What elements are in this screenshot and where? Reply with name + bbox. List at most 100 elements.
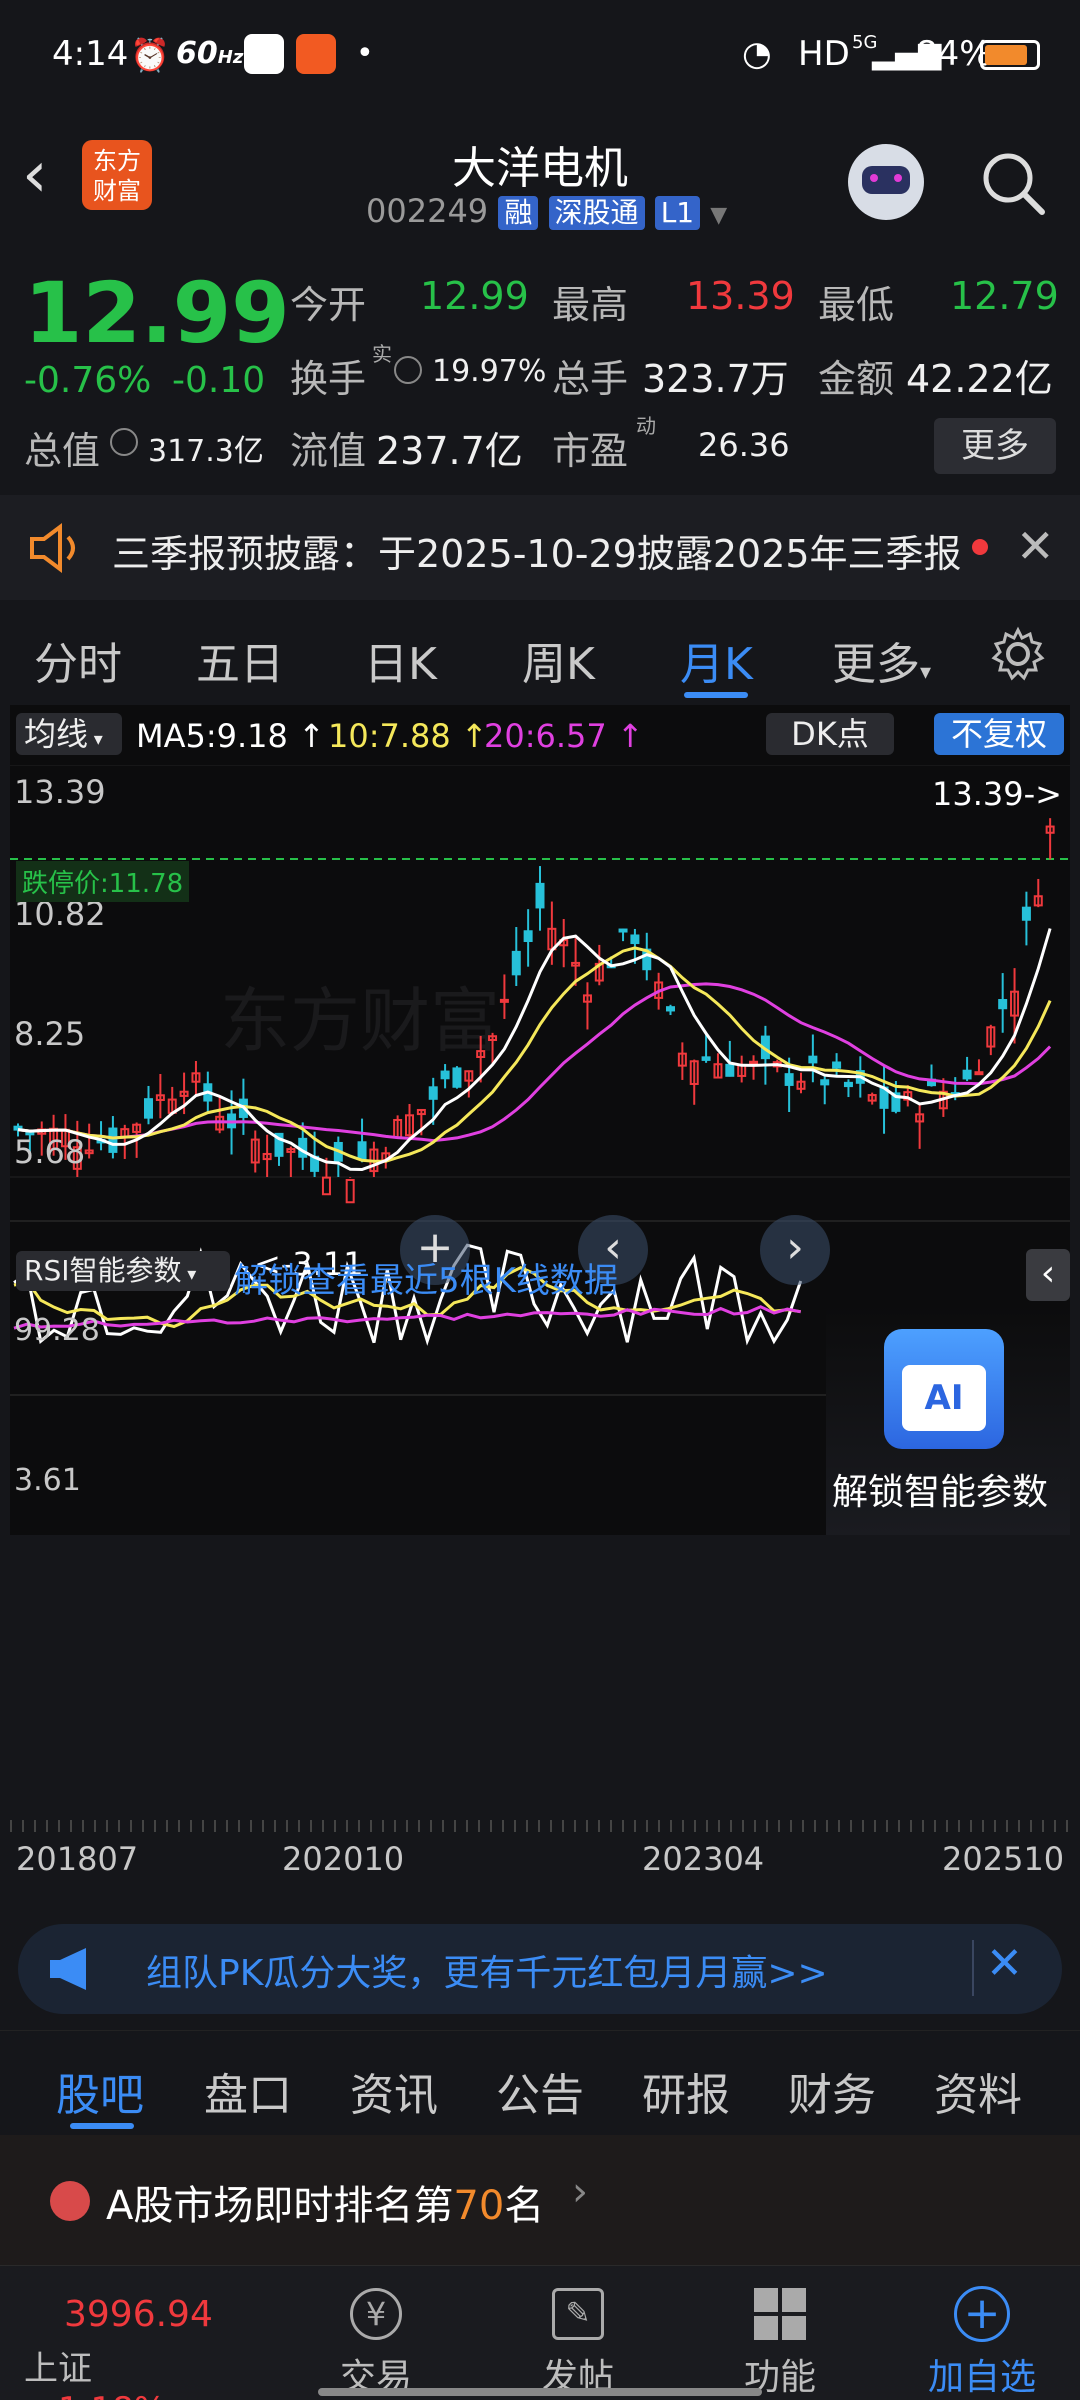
candle-body <box>701 1056 711 1061</box>
nav-post[interactable]: ✎ 发帖 <box>508 2266 648 2400</box>
index-value: 3996.94 <box>64 2294 213 2335</box>
high-arrow-label: 13.39-> <box>932 775 1062 813</box>
tab-indicator <box>70 2123 134 2129</box>
megaphone-icon <box>50 1948 86 1990</box>
rsi-high-label: 99.28 <box>14 1313 100 1348</box>
nav-trade[interactable]: ¥ 交易 <box>306 2266 446 2400</box>
amount-value: 42.22亿 <box>906 357 1053 401</box>
dk-button[interactable]: DK点 <box>766 713 894 755</box>
amount-label: 金额 <box>818 357 895 401</box>
edit-icon: ✎ <box>552 2288 604 2340</box>
stock-code: 002249 <box>366 192 489 230</box>
adjust-button[interactable]: 不复权 <box>934 713 1064 755</box>
tab-pankou[interactable]: 盘口 <box>204 2059 292 2123</box>
kline-chart[interactable]: 均线 ▾ MA5:9.18 ↑ 10:7.88 ↑ 20:6.57 ↑ DK点 … <box>10 705 1070 1535</box>
tab-research[interactable]: 研报 <box>642 2059 730 2123</box>
collapse-icon[interactable]: ‹ <box>1026 1249 1070 1301</box>
nav-add-watchlist[interactable]: + 加自选 <box>912 2266 1052 2400</box>
candle-body <box>535 882 545 909</box>
status-time: 4:14 <box>52 34 129 74</box>
pe-sup: 动 <box>636 414 656 438</box>
chevron-down-icon[interactable]: ▼ <box>710 203 727 228</box>
candle-body <box>725 1063 735 1077</box>
header: ‹ 东方 财富 大洋电机 002249 融 深股通 L1 ▼ <box>0 110 1080 250</box>
rsi-low-label: 3.61 <box>14 1463 81 1498</box>
turnover-sup: 实 <box>372 342 392 366</box>
pe-value: 26.36 <box>698 426 790 464</box>
ma20-value: 20:6.57 ↑ <box>484 717 644 755</box>
candle-body <box>843 1081 853 1088</box>
candle-body <box>749 1060 759 1065</box>
candle-body <box>440 1070 450 1080</box>
unread-dot <box>972 539 988 555</box>
battery-icon <box>980 40 1040 70</box>
open-label: 今开 <box>290 283 367 327</box>
more-button[interactable]: 更多 <box>934 418 1056 474</box>
wifi-icon: ◔ <box>742 34 772 74</box>
info-icon[interactable] <box>394 356 422 384</box>
nav-func[interactable]: 功能 <box>710 2266 850 2400</box>
rsi-unlock-link[interactable]: 解锁查看最近5根K线数据 <box>234 1253 618 1302</box>
search-icon[interactable] <box>980 150 1046 216</box>
info-icon[interactable] <box>110 428 138 456</box>
ma-selector[interactable]: 均线 ▾ <box>16 713 122 755</box>
tab-finance[interactable]: 财务 <box>788 2059 876 2123</box>
chevron-right-icon: › <box>572 2169 588 2215</box>
x-label-1: 201807 <box>16 1840 139 1878</box>
tab-5day[interactable]: 五日 <box>196 628 284 692</box>
nav-add-label: 加自选 <box>927 2357 1036 2398</box>
tab-intraday[interactable]: 分时 <box>34 628 122 692</box>
tab-weekly[interactable]: 周K <box>522 628 595 692</box>
tag-sgt: 深股通 <box>548 196 645 230</box>
candle-body <box>499 998 509 1003</box>
index-name: 上证 <box>24 2349 92 2389</box>
tab-daily[interactable]: 日K <box>364 628 437 692</box>
close-icon[interactable]: ✕ <box>1016 519 1055 573</box>
stock-code-row: 002249 融 深股通 L1 ▼ <box>366 192 727 232</box>
mktcap-value: 317.3亿 <box>148 434 264 469</box>
rsi-selector[interactable]: RSI智能参数 ▾ <box>16 1251 230 1291</box>
volume-value: 323.7万 <box>642 357 789 401</box>
tab-profile[interactable]: 资料 <box>934 2059 1022 2123</box>
home-indicator <box>318 2388 762 2396</box>
promo-banner[interactable]: 组队PK瓜分大奖，更有千元红包月月赢>> ✕ <box>18 1924 1062 2014</box>
content-tabs: 股吧 盘口 资讯 公告 研报 财务 资料 <box>0 2030 1080 2135</box>
candle-body <box>820 1079 830 1086</box>
tab-announce[interactable]: 公告 <box>496 2059 584 2123</box>
settings-gear-icon[interactable] <box>990 626 1046 682</box>
volume-label: 总手 <box>552 357 629 401</box>
x-axis: 201807 202010 202304 202510 <box>10 1820 1070 1904</box>
x-label-2: 202010 <box>282 1840 405 1878</box>
rank-text: A股市场即时排名第70名 <box>106 2183 545 2229</box>
candle-body <box>523 930 533 943</box>
tab-news[interactable]: 资讯 <box>350 2059 438 2123</box>
change-pct: -0.76% <box>24 360 152 401</box>
notice-bar[interactable]: 三季报预披露：于2025-10-29披露2025年三季报 ✕ <box>0 495 1080 600</box>
rank-icon <box>50 2181 90 2221</box>
candle-body <box>618 928 628 933</box>
grid-icon <box>754 2288 806 2340</box>
alarm-icon: ⏰ <box>130 36 170 74</box>
tab-more[interactable]: 更多▾ <box>832 628 931 692</box>
change-value: -0.10 <box>172 360 266 401</box>
tab-monthly[interactable]: 月K <box>680 628 753 692</box>
turnover-value: 19.97% <box>432 354 547 389</box>
close-icon[interactable]: ✕ <box>986 1938 1023 1989</box>
low-value: 12.79 <box>950 274 1059 318</box>
candle-body <box>808 1055 818 1064</box>
candle-body <box>832 1061 842 1069</box>
tag-l1: L1 <box>654 196 701 230</box>
chevron-right-icon[interactable]: › <box>760 1215 830 1285</box>
rank-banner[interactable]: A股市场即时排名第70名 › <box>0 2135 1080 2265</box>
ai-unlock-panel[interactable]: AI 解锁智能参数 <box>826 1305 1070 1535</box>
float-value: 237.7亿 <box>376 429 523 473</box>
quote-panel: 12.99 -0.76% -0.10 总值 317.3亿 今开 12.99 最高… <box>0 250 1080 495</box>
robot-avatar[interactable] <box>848 144 924 220</box>
x-label-4: 202510 <box>942 1840 1065 1878</box>
status-bar: 4:14 ⏰ 60Hz • ◔ HD 5G ▂▄▆ 84% <box>0 0 1080 110</box>
turnover-label: 换手 <box>290 357 367 401</box>
index-ticker[interactable]: 3996.94 上证1.18% <box>24 2294 224 2400</box>
tab-guba[interactable]: 股吧 <box>56 2059 144 2123</box>
candle-body <box>511 950 521 976</box>
app-icon-2 <box>296 34 336 74</box>
